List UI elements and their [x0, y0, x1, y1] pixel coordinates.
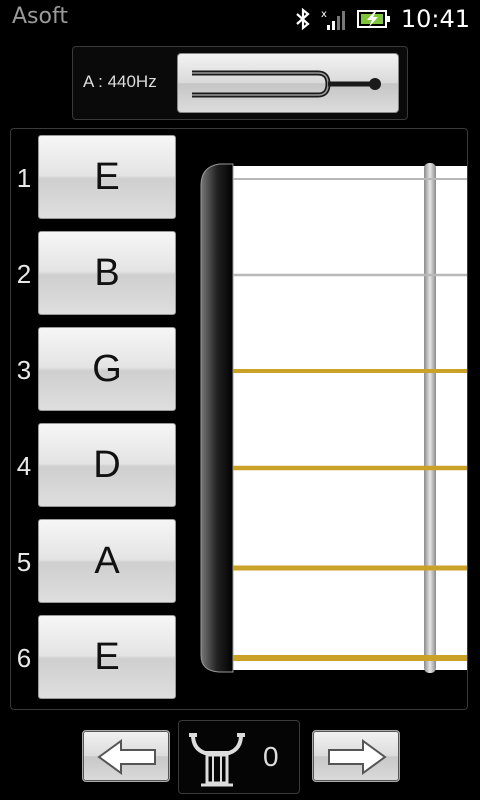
signal-icon: x — [321, 9, 345, 30]
fretboard — [200, 163, 467, 673]
string-number: 6 — [16, 643, 32, 673]
string-button-4[interactable]: D — [38, 423, 176, 507]
tuning-fork-icon — [192, 70, 381, 98]
guitar-string-5 — [233, 565, 467, 571]
string-number: 1 — [16, 163, 32, 193]
guitar-string-1 — [233, 178, 467, 180]
guitar-string-2 — [233, 273, 467, 277]
clock: 10:41 — [400, 5, 470, 33]
arrow-left-icon — [97, 739, 156, 775]
guitar-string-6 — [233, 655, 467, 661]
app-title: Asoft — [12, 4, 68, 29]
capo-value: 0 — [263, 741, 279, 772]
guitar-string-3 — [233, 369, 467, 373]
fret-wire — [424, 163, 436, 673]
status-bar: Asoft x 10:41 — [0, 0, 480, 38]
svg-text:x: x — [321, 9, 327, 20]
reference-frequency-label: A : 440Hz — [83, 72, 157, 91]
capo-panel: 0 — [178, 720, 300, 794]
next-button[interactable] — [312, 730, 400, 782]
string-number: 5 — [16, 547, 32, 577]
string-number: 4 — [16, 451, 32, 481]
string-number: 3 — [16, 355, 32, 385]
bluetooth-icon — [296, 7, 310, 31]
guitar-string-4 — [233, 465, 467, 471]
status-icons: x 10:41 — [295, 4, 470, 34]
string-button-1[interactable]: E — [38, 135, 176, 219]
string-number: 2 — [16, 259, 32, 289]
string-button-3[interactable]: G — [38, 327, 176, 411]
reference-pitch-panel: A : 440Hz — [72, 46, 408, 120]
arrow-right-icon — [328, 739, 387, 775]
capo-icon[interactable] — [187, 727, 247, 789]
nut — [200, 163, 234, 673]
string-button-2[interactable]: B — [38, 231, 176, 315]
tuning-fork-button[interactable] — [177, 53, 399, 113]
string-panel: 1 E 2 B 3 G 4 D 5 A 6 E — [10, 128, 468, 710]
string-button-5[interactable]: A — [38, 519, 176, 603]
battery-charging-icon — [356, 10, 390, 28]
previous-button[interactable] — [82, 730, 170, 782]
string-button-6[interactable]: E — [38, 615, 176, 699]
